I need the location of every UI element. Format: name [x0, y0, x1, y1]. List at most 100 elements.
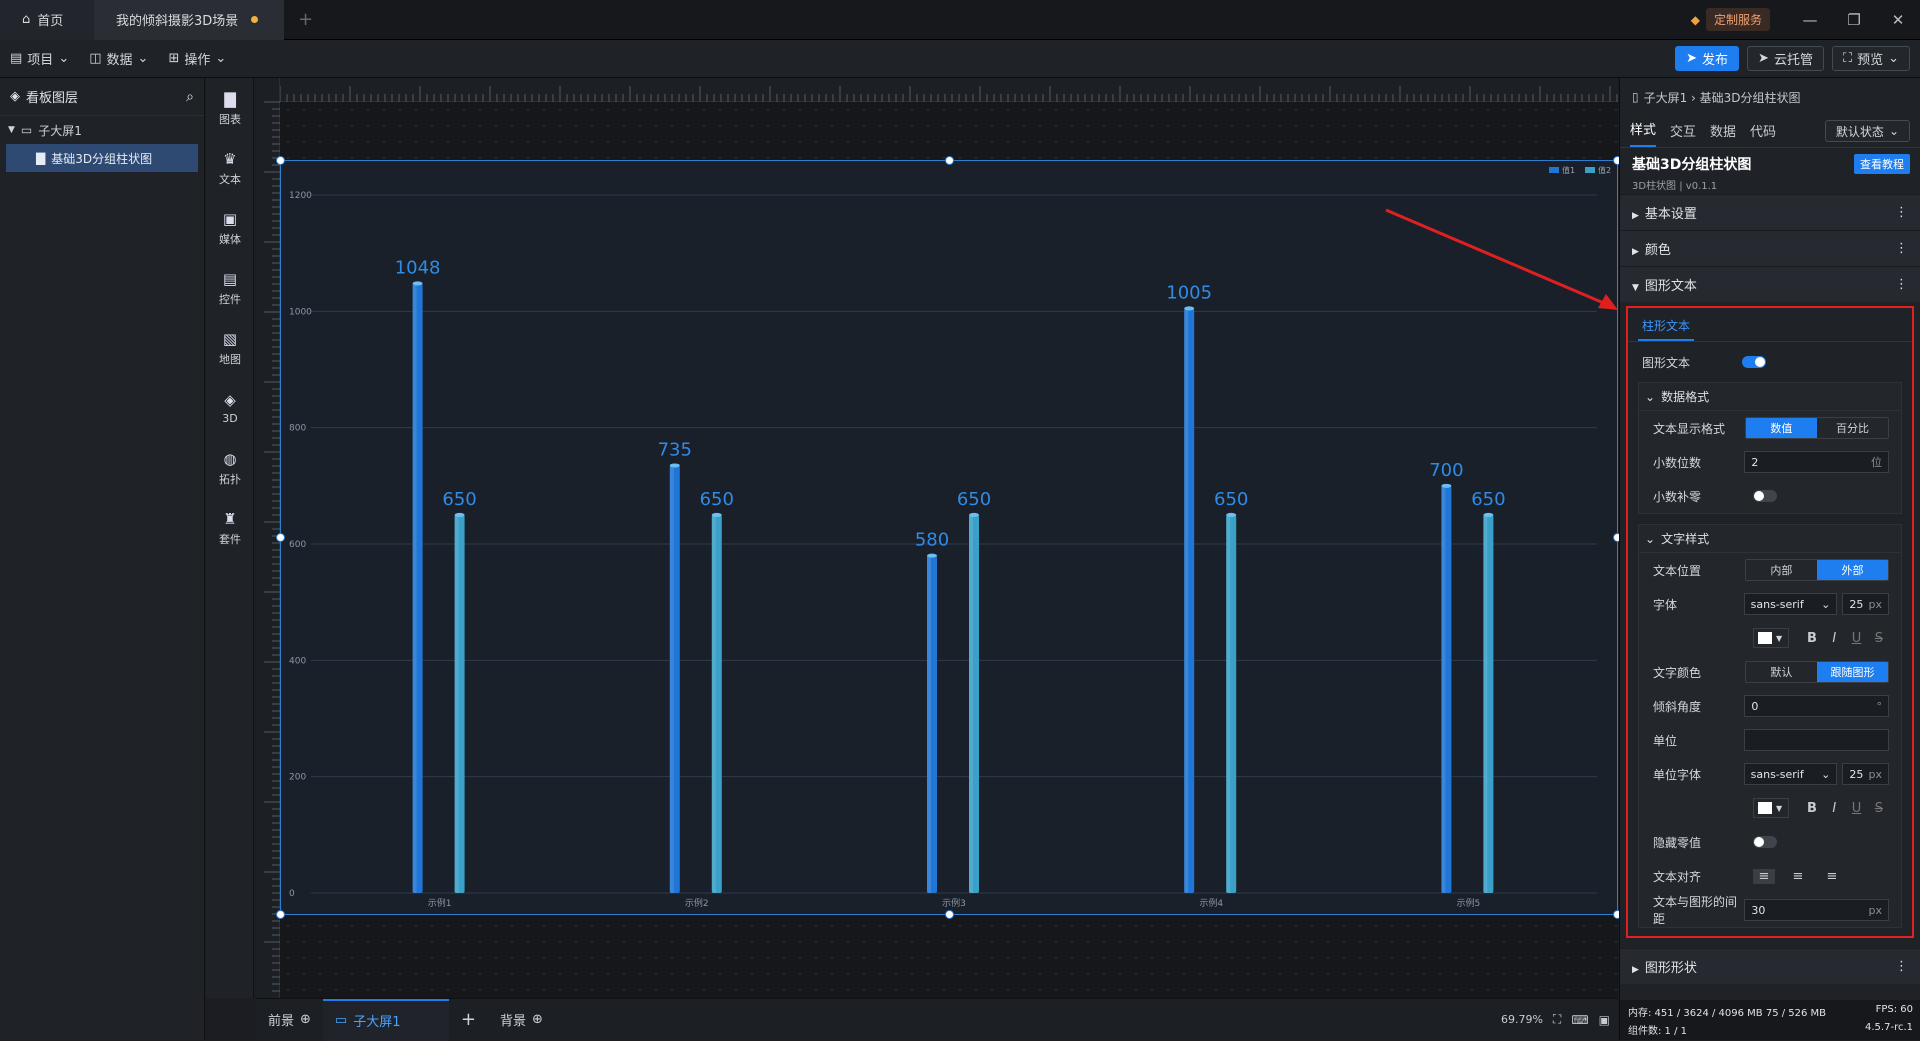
- tool-icon: ▧: [222, 329, 238, 348]
- menu-data[interactable]: ◫ 数据 ⌄: [79, 49, 158, 68]
- tab-data[interactable]: 数据: [1710, 121, 1736, 147]
- publish-button[interactable]: ➤ 发布: [1675, 46, 1740, 71]
- resize-handle[interactable]: [276, 156, 285, 165]
- layer-chart[interactable]: ▇ 基础3D分组柱状图: [6, 144, 198, 172]
- legend-swatch: [1549, 167, 1559, 173]
- custom-service-button[interactable]: 定制服务: [1705, 8, 1770, 31]
- tab-style[interactable]: 样式: [1630, 119, 1657, 147]
- state-select[interactable]: 默认状态 ⌄: [1824, 120, 1910, 142]
- more-icon[interactable]: ⋮: [1895, 277, 1908, 292]
- minimize-button[interactable]: —: [1788, 11, 1832, 29]
- align-left-icon[interactable]: ≡: [1753, 868, 1775, 884]
- unit-color-swatch[interactable]: ▼: [1753, 798, 1789, 818]
- background-tab[interactable]: 背景 ⊕: [488, 999, 555, 1041]
- section-basic[interactable]: ▶ 基本设置 ⋮: [1620, 194, 1920, 230]
- align-right-icon[interactable]: ≡: [1821, 869, 1843, 884]
- maximize-button[interactable]: ❐: [1832, 11, 1876, 29]
- italic-icon[interactable]: I: [1824, 631, 1844, 646]
- add-screen-button[interactable]: +: [449, 999, 488, 1041]
- hide-zero-toggle[interactable]: [1753, 836, 1777, 848]
- color-default-option[interactable]: 默认: [1746, 662, 1817, 682]
- tab-code[interactable]: 代码: [1750, 121, 1776, 147]
- group-text-style-header[interactable]: ⌄ 文字样式: [1639, 525, 1901, 553]
- strikethrough-icon[interactable]: S: [1869, 801, 1889, 816]
- underline-icon[interactable]: U: [1846, 631, 1866, 646]
- keyboard-icon[interactable]: ⌨: [1571, 1013, 1588, 1027]
- tab-scene[interactable]: 我的倾斜摄影3D场景: [94, 0, 284, 40]
- format-value-option[interactable]: 数值: [1745, 418, 1817, 438]
- bar-top: [412, 281, 423, 286]
- group-text-style-label: 文字样式: [1661, 532, 1710, 546]
- tilt-input[interactable]: 0 °: [1744, 695, 1889, 717]
- underline-icon[interactable]: U: [1846, 801, 1866, 816]
- zoom-level[interactable]: 69.79%: [1501, 1013, 1543, 1026]
- unit-input[interactable]: [1744, 729, 1889, 751]
- terminal-icon[interactable]: ▣: [1599, 1013, 1610, 1027]
- add-circle-icon[interactable]: ⊕: [532, 1012, 543, 1027]
- align-center-icon[interactable]: ≡: [1787, 869, 1809, 884]
- unit-font-select[interactable]: sans-serif ⌄: [1743, 763, 1838, 785]
- tool-4[interactable]: ▧ 地图: [206, 318, 254, 378]
- bar-top: [669, 463, 680, 468]
- memory-status: 内存: 451 / 3624 / 4096 MB 75 / 526 MB: [1628, 1008, 1827, 1019]
- foreground-tab[interactable]: 前景 ⊕: [256, 999, 323, 1041]
- tool-2[interactable]: ▣ 媒体: [206, 198, 254, 258]
- font-color-swatch[interactable]: ▼: [1753, 628, 1789, 648]
- section-shape[interactable]: ▶ 图形形状 ⋮: [1620, 948, 1920, 984]
- add-circle-icon[interactable]: ⊕: [300, 1012, 311, 1027]
- gap-input[interactable]: 30 px: [1744, 899, 1889, 921]
- more-icon[interactable]: ⋮: [1895, 959, 1908, 974]
- unsaved-dot: [251, 16, 259, 23]
- bold-icon[interactable]: B: [1802, 801, 1822, 816]
- menu-project[interactable]: ▤ 项目 ⌄: [0, 49, 79, 68]
- more-icon[interactable]: ⋮: [1895, 241, 1908, 256]
- resize-handle[interactable]: [945, 910, 954, 919]
- y-tick-label: 400: [289, 656, 306, 666]
- tool-1[interactable]: ♛ 文本: [206, 138, 254, 198]
- more-icon[interactable]: ⋮: [1895, 205, 1908, 220]
- menu-bar: ▤ 项目 ⌄ ◫ 数据 ⌄ ⊞ 操作 ⌄ ➤ 发布 ➤ 云托管 ⛶ 预览 ⌄: [0, 40, 1920, 78]
- subtab-bar-text[interactable]: 柱形文本: [1638, 317, 1695, 341]
- close-button[interactable]: ✕: [1876, 11, 1920, 29]
- tab-interaction[interactable]: 交互: [1670, 121, 1696, 147]
- resize-handle[interactable]: [276, 533, 285, 542]
- unit-font-size-input[interactable]: 25 px: [1842, 763, 1889, 785]
- pad-zero-label: 小数补零: [1653, 489, 1702, 504]
- tool-7[interactable]: ♜ 套件: [206, 498, 254, 558]
- decimals-input[interactable]: 2位: [1744, 451, 1889, 473]
- font-select[interactable]: sans-serif ⌄: [1743, 593, 1838, 615]
- tutorial-button[interactable]: 查看教程: [1854, 154, 1910, 174]
- section-color[interactable]: ▶ 颜色 ⋮: [1620, 230, 1920, 266]
- menu-ops[interactable]: ⊞ 操作 ⌄: [158, 49, 236, 68]
- color-follow-option[interactable]: 跟随图形: [1816, 662, 1888, 682]
- search-icon[interactable]: ⌕: [186, 89, 194, 105]
- unit-label: 单位: [1653, 733, 1678, 748]
- section-graphic-text[interactable]: ▼ 图形文本 ⋮: [1620, 266, 1920, 302]
- pos-outside-option[interactable]: 外部: [1816, 560, 1888, 580]
- tool-3[interactable]: ▤ 控件: [206, 258, 254, 318]
- group-data-format-header[interactable]: ⌄ 数据格式: [1639, 383, 1901, 411]
- caret-down-icon: ▼: [8, 125, 15, 135]
- strikethrough-icon[interactable]: S: [1869, 631, 1889, 646]
- new-tab-button[interactable]: +: [298, 9, 313, 30]
- pos-inside-option[interactable]: 内部: [1746, 560, 1817, 580]
- layer-screen[interactable]: ▼ ▭ 子大屏1: [0, 116, 204, 144]
- tool-5[interactable]: ◈ 3D: [206, 378, 254, 438]
- format-percent-option[interactable]: 百分比: [1817, 418, 1888, 438]
- bold-icon[interactable]: B: [1802, 631, 1822, 646]
- screen-tab[interactable]: ▭ 子大屏1: [322, 998, 449, 1041]
- tool-0[interactable]: ▇ 图表: [206, 78, 254, 138]
- cloud-button[interactable]: ➤ 云托管: [1747, 46, 1824, 71]
- graphic-text-toggle[interactable]: [1742, 356, 1766, 368]
- italic-icon[interactable]: I: [1824, 801, 1844, 816]
- x-tick-label: 示例1: [428, 897, 452, 909]
- fit-screen-icon[interactable]: ⛶: [1553, 1012, 1561, 1027]
- decimals-value: 2: [1751, 455, 1759, 469]
- resize-handle[interactable]: [945, 156, 954, 165]
- resize-handle[interactable]: [276, 910, 285, 919]
- pad-zero-toggle[interactable]: [1753, 490, 1777, 502]
- preview-button[interactable]: ⛶ 预览 ⌄: [1831, 46, 1910, 71]
- tab-home[interactable]: ⌂ 首页: [0, 0, 94, 40]
- tool-6[interactable]: ◍ 拓扑: [206, 438, 254, 498]
- font-size-input[interactable]: 25 px: [1842, 593, 1889, 615]
